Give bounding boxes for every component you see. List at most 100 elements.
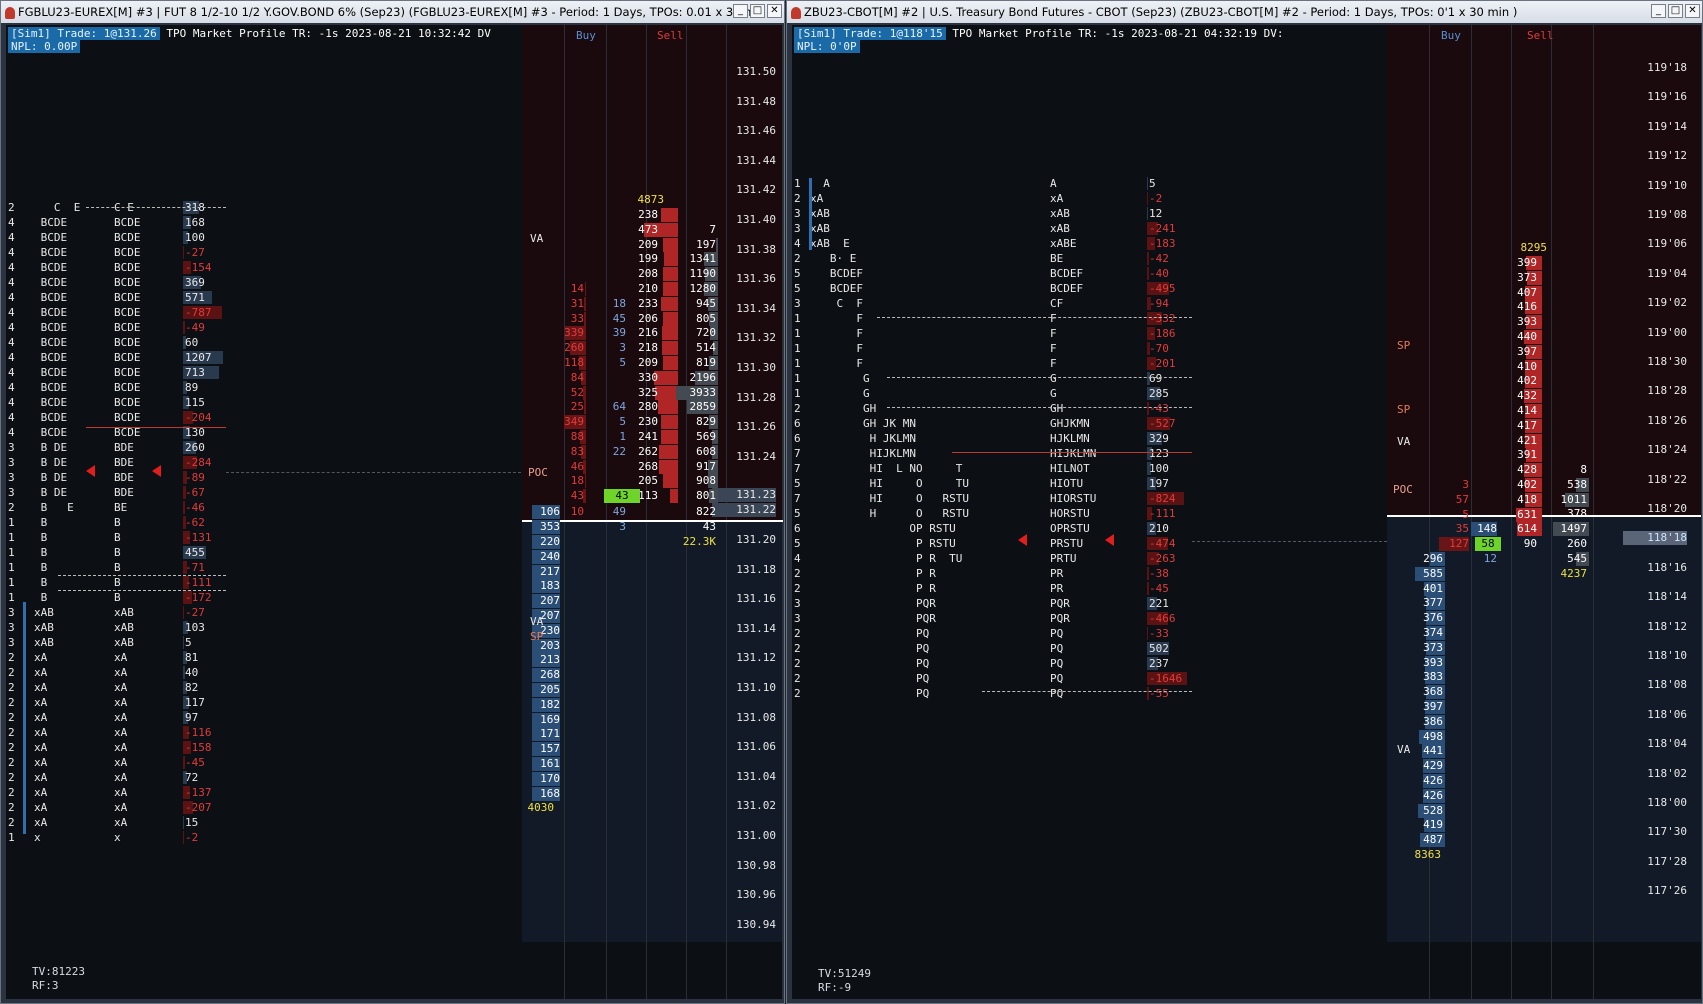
bid-volume: 376 bbox=[1423, 611, 1443, 625]
buy-delta: 22 bbox=[612, 444, 626, 458]
volume-at-price: 7 bbox=[709, 222, 716, 236]
delta-value: -2 bbox=[1149, 192, 1163, 205]
sell-delta: 43 bbox=[570, 489, 584, 503]
delta-value: 221 bbox=[1149, 597, 1169, 610]
price-level: 131.42 bbox=[736, 183, 776, 197]
initial-balance-bar bbox=[23, 602, 26, 834]
tpo-count: 7 bbox=[794, 462, 801, 475]
buy-column-header: Buy bbox=[576, 29, 596, 42]
price-level: 118'28 bbox=[1647, 384, 1687, 398]
sell-delta: 18 bbox=[570, 474, 584, 488]
maximize-button[interactable]: □ bbox=[750, 4, 765, 18]
tpo-letters-collapsed: PQ bbox=[1050, 672, 1064, 685]
price-level: 131.28 bbox=[736, 390, 776, 404]
right-price-ladder[interactable]: Buy Sell 119'18 119'16 119'14 119'12 119'10 1… bbox=[1387, 25, 1701, 999]
price-level: 131.36 bbox=[736, 272, 776, 286]
tpo-letters: xA bbox=[34, 771, 48, 784]
tpo-letters: B bbox=[34, 546, 48, 559]
sell-volume: 206 bbox=[638, 311, 658, 325]
bid-zone bbox=[522, 522, 783, 942]
tpo-letters: xAB bbox=[34, 606, 54, 619]
tpo-count: 1 bbox=[8, 591, 15, 604]
buy-delta: 43 bbox=[604, 489, 640, 504]
tpo-letters-collapsed: HIJKLMN bbox=[1050, 447, 1097, 460]
delta-value: -111 bbox=[1149, 507, 1176, 520]
price-level: 118'10 bbox=[1647, 649, 1687, 662]
bid-volume: 207 bbox=[532, 594, 560, 609]
bid-volume: 170 bbox=[532, 771, 560, 786]
value-area-line-h bbox=[887, 407, 1192, 408]
right-tpo-profile-panel[interactable]: [Sim1] Trade: 1@118'15 TPO Market Profil… bbox=[792, 25, 1387, 999]
delta-value: -527 bbox=[1149, 417, 1176, 430]
sell-volume: 216 bbox=[638, 326, 658, 340]
minimize-button[interactable]: _ bbox=[1651, 4, 1666, 18]
tpo-letters-collapsed: xA bbox=[114, 786, 128, 799]
volume-at-price: 569 bbox=[696, 430, 716, 443]
tpo-letters-collapsed: xA bbox=[114, 756, 128, 769]
tpo-letters: F bbox=[810, 312, 863, 325]
sp-marker-2: SP bbox=[1397, 403, 1411, 416]
tpo-count: 1 bbox=[8, 531, 15, 544]
close-button[interactable]: ✕ bbox=[767, 4, 782, 18]
bid-volume: 353 bbox=[532, 520, 560, 534]
tpo-letters: H JKLMN bbox=[810, 432, 916, 445]
tpo-letters: xA bbox=[34, 666, 48, 679]
maximize-button[interactable]: □ bbox=[1668, 4, 1683, 18]
sell-delta: 25 bbox=[570, 400, 584, 414]
price-level: 131.38 bbox=[736, 242, 776, 256]
delta-value: -207 bbox=[185, 801, 212, 814]
tpo-letters: PQ bbox=[810, 687, 930, 700]
tpo-count: 4 bbox=[794, 237, 801, 250]
tpo-count: 4 bbox=[8, 426, 15, 439]
tpo-letters: PQ bbox=[810, 657, 930, 670]
buy-delta: 58 bbox=[1475, 537, 1501, 552]
price-level: 119'02 bbox=[1647, 296, 1687, 310]
minimize-button[interactable]: _ bbox=[733, 4, 748, 18]
left-tpo-profile-panel[interactable]: [Sim1] Trade: 1@131.26 TPO Market Profil… bbox=[6, 25, 522, 999]
tpo-letters-collapsed: xAB bbox=[1050, 207, 1070, 220]
value-area-line-g bbox=[887, 377, 1192, 378]
delta-value: 15 bbox=[185, 816, 199, 829]
column-divider bbox=[782, 25, 783, 999]
tpo-letters: xA bbox=[34, 756, 48, 769]
tpo-count: 3 bbox=[8, 456, 15, 469]
right-title-bar[interactable]: ZBU23-CBOT[M] #2 | U.S. Treasury Bond Fu… bbox=[787, 1, 1702, 23]
tpo-letters: BCDE bbox=[34, 231, 68, 244]
tpo-count: 4 bbox=[794, 552, 801, 565]
tpo-letters: xA bbox=[34, 786, 48, 799]
sell-volume: 428 bbox=[1517, 463, 1537, 477]
volume-at-price: 917 bbox=[696, 459, 716, 473]
delta-value: -131 bbox=[185, 531, 212, 544]
left-title-bar[interactable]: FGBLU23-EUREX[M] #3 | FUT 8 1/2-10 1/2 Y… bbox=[1, 1, 784, 23]
delta-value: -89 bbox=[185, 471, 205, 484]
price-level: 119'12 bbox=[1647, 149, 1687, 163]
price-level: 119'08 bbox=[1647, 208, 1687, 221]
sim-trade-tag[interactable]: [Sim1] Trade: 1@131.26 bbox=[8, 27, 160, 40]
tpo-count: 4 bbox=[8, 381, 15, 394]
sell-delta: 33 bbox=[570, 311, 584, 325]
value-area-high-line bbox=[877, 317, 1192, 318]
tpo-count: 3 bbox=[8, 606, 15, 619]
sell-volume: 262 bbox=[638, 444, 658, 458]
buy-delta: 148 bbox=[1471, 522, 1497, 537]
tpo-count: 2 bbox=[794, 657, 801, 670]
npl-badge: NPL: 0.00P bbox=[8, 40, 81, 53]
tpo-letters: B bbox=[34, 576, 48, 589]
delta-value: -46 bbox=[185, 501, 205, 514]
delta-value: 571 bbox=[185, 291, 205, 304]
tpo-letters-collapsed: F bbox=[1050, 357, 1057, 370]
tpo-letters-collapsed: HIOTU bbox=[1050, 477, 1084, 490]
left-price-ladder[interactable]: Buy Sell 131.50 131.48 131.46 131.44 131.42 1… bbox=[522, 25, 783, 999]
tpo-count: 2 bbox=[794, 672, 801, 685]
bid-volume: 157 bbox=[532, 742, 560, 757]
delta-value: 5 bbox=[1149, 177, 1156, 190]
sell-volume: 208 bbox=[638, 267, 658, 281]
sell-delta-bar bbox=[584, 474, 586, 489]
sell-delta: 35 bbox=[1455, 522, 1469, 536]
volume-at-price: 1497 bbox=[1560, 522, 1588, 536]
delta-bar bbox=[183, 816, 184, 829]
sim-trade-tag[interactable]: [Sim1] Trade: 1@118'15 bbox=[794, 27, 946, 40]
volume-at-price: 829 bbox=[696, 415, 716, 429]
close-button[interactable]: ✕ bbox=[1685, 4, 1700, 18]
tpo-letters: xAB bbox=[34, 636, 54, 649]
